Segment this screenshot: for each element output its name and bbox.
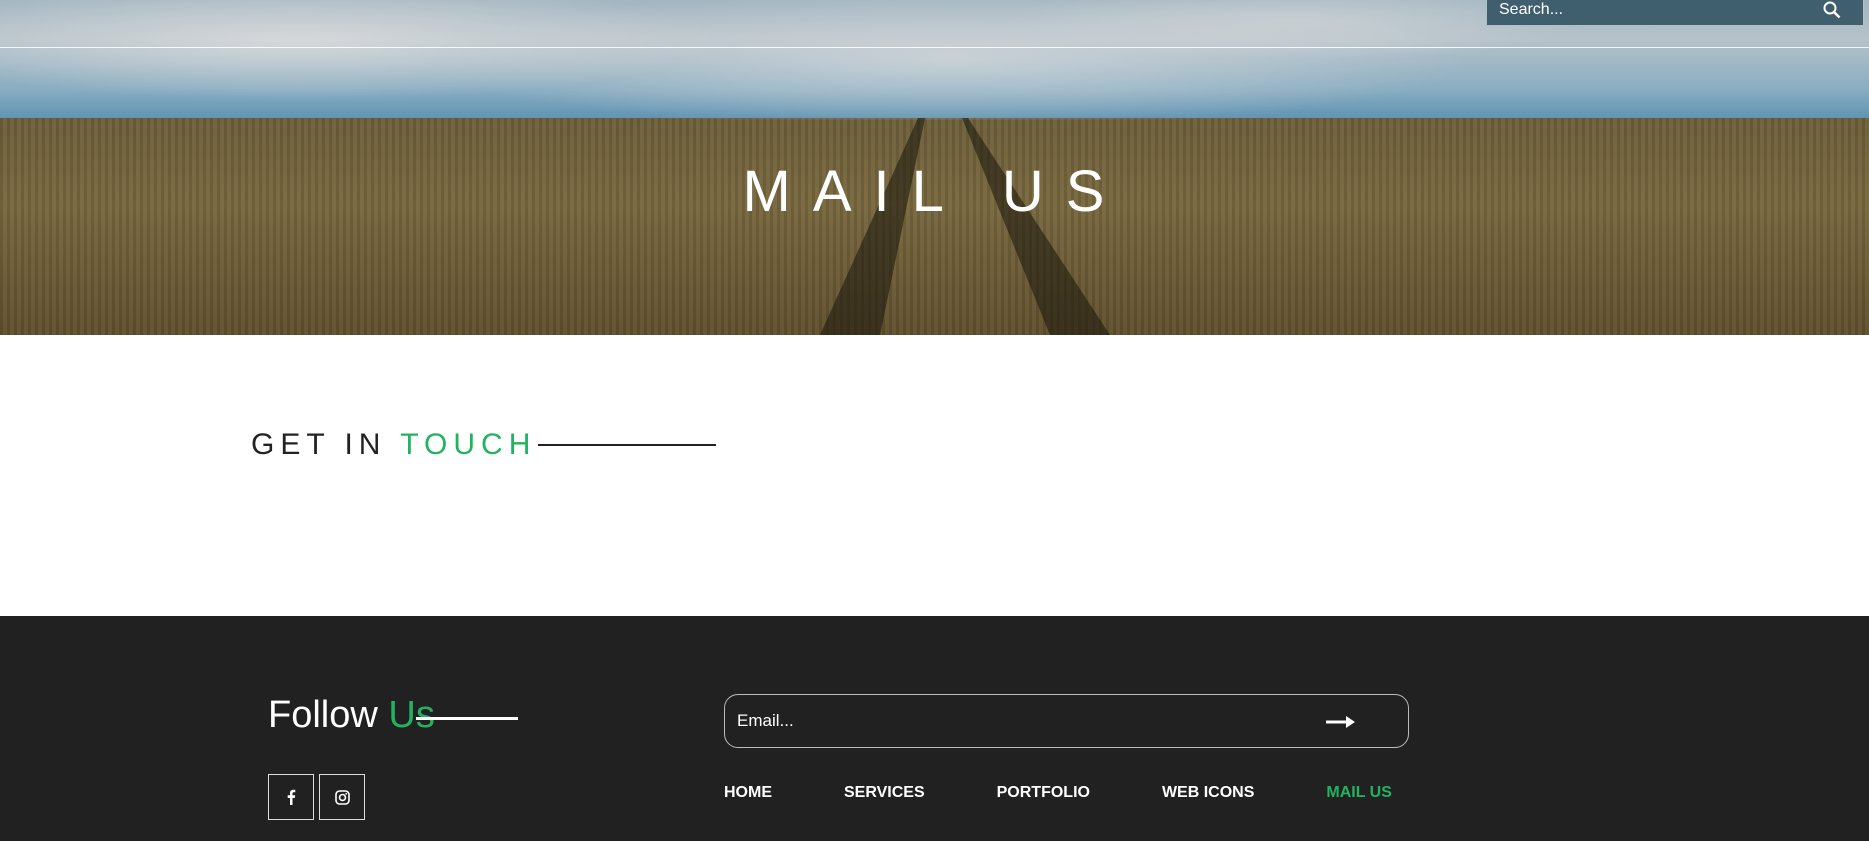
hero-banner: MAIL US bbox=[0, 0, 1869, 335]
footer-nav-portfolio[interactable]: PORTFOLIO bbox=[997, 784, 1090, 802]
contact-section-heading: GET IN TOUCH bbox=[251, 428, 717, 462]
footer: Follow Us HOME SERVICES PORTFOLIO WEB IC… bbox=[0, 616, 1869, 841]
footer-nav-services[interactable]: SERVICES bbox=[844, 784, 925, 802]
email-field[interactable] bbox=[725, 710, 1299, 732]
social-links bbox=[268, 774, 365, 820]
follow-us-heading: Follow Us bbox=[268, 694, 435, 737]
newsletter-form bbox=[724, 694, 1409, 748]
search-form bbox=[1486, 0, 1864, 26]
footer-nav-web-icons[interactable]: WEB ICONS bbox=[1162, 784, 1254, 802]
follow-accent: Us bbox=[388, 694, 435, 736]
arrow-right-icon[interactable] bbox=[1321, 707, 1361, 737]
header-divider bbox=[0, 47, 1869, 48]
search-icon[interactable] bbox=[1819, 0, 1845, 25]
page-title: MAIL US bbox=[742, 159, 1127, 224]
instagram-icon[interactable] bbox=[319, 774, 365, 820]
heading-accent: TOUCH bbox=[400, 428, 537, 461]
heading-underline bbox=[538, 444, 717, 446]
footer-nav: HOME SERVICES PORTFOLIO WEB ICONS MAIL U… bbox=[724, 784, 1392, 802]
search-input[interactable] bbox=[1487, 0, 1801, 20]
follow-underline bbox=[416, 717, 518, 720]
footer-nav-home[interactable]: HOME bbox=[724, 784, 772, 802]
facebook-icon[interactable] bbox=[268, 774, 314, 820]
follow-plain: Follow bbox=[268, 694, 389, 736]
footer-nav-mail-us[interactable]: MAIL US bbox=[1326, 784, 1391, 802]
follow-us-block: Follow Us bbox=[268, 694, 518, 737]
heading-plain: GET IN bbox=[251, 428, 401, 461]
get-in-touch-heading: GET IN TOUCH bbox=[251, 428, 536, 462]
